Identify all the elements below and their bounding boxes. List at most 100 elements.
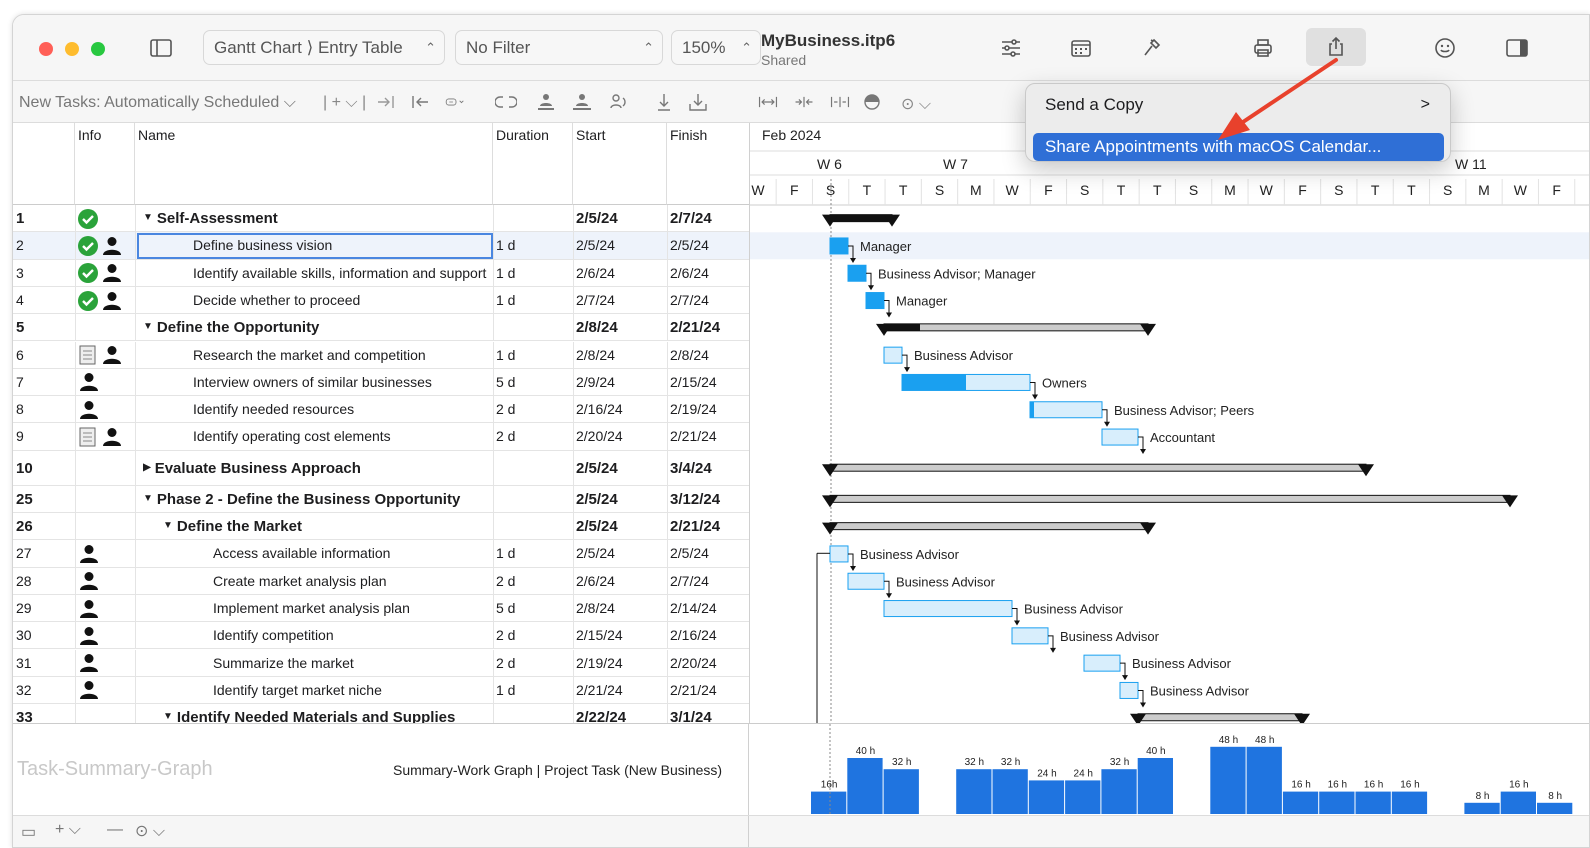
row-duration[interactable]: 1 d: [496, 287, 572, 313]
row-finish[interactable]: 2/21/24: [670, 314, 748, 340]
row-finish[interactable]: 2/6/24: [670, 260, 748, 286]
table-row[interactable]: 3 Identify available skills, information …: [13, 259, 749, 287]
row-name[interactable]: Identify competition: [213, 622, 491, 648]
row-start[interactable]: 2/21/24: [576, 677, 666, 703]
row-finish[interactable]: 2/21/24: [670, 677, 748, 703]
row-duration[interactable]: [496, 486, 572, 512]
row-finish[interactable]: 3/12/24: [670, 486, 748, 512]
row-start[interactable]: 2/15/24: [576, 622, 666, 648]
row-name[interactable]: ▼ Self-Assessment: [143, 205, 491, 231]
link-icon[interactable]: [445, 92, 481, 112]
column-header-duration[interactable]: Duration: [493, 123, 573, 205]
level-resource-icon[interactable]: [607, 92, 629, 112]
disclosure-triangle-icon[interactable]: ▼: [143, 493, 153, 504]
row-start[interactable]: 2/5/24: [576, 540, 666, 566]
disclosure-triangle-icon[interactable]: ▼: [163, 520, 173, 531]
print-icon[interactable]: [1245, 33, 1281, 63]
row-duration[interactable]: [496, 205, 572, 231]
table-row[interactable]: 32 Identify target market niche 1 d 2/21/24…: [13, 676, 749, 705]
row-duration[interactable]: 2 d: [496, 396, 572, 422]
row-finish[interactable]: 2/8/24: [670, 342, 748, 368]
zoom-popup[interactable]: 150% ⌃: [671, 30, 761, 65]
status-options-button[interactable]: ⊙ ⌵: [135, 821, 165, 841]
unlink-icon[interactable]: [494, 92, 518, 112]
gantt-canvas[interactable]: Feb 2024W 6W 7W 11W F S T T S M W F S T T S M W F S T T S M W…: [750, 123, 1590, 723]
row-duration[interactable]: 2 d: [496, 423, 572, 449]
table-row[interactable]: 29 Implement market analysis plan 5 d 2/8/2…: [13, 594, 749, 623]
move-down-icon[interactable]: [653, 92, 675, 112]
row-finish[interactable]: 3/4/24: [670, 451, 748, 485]
row-name[interactable]: Interview owners of similar businesses: [193, 369, 491, 395]
outdent-icon[interactable]: [409, 92, 431, 112]
row-start[interactable]: 2/22/24: [576, 704, 666, 723]
row-duration[interactable]: [496, 314, 572, 340]
disclosure-triangle-icon[interactable]: ▼: [163, 711, 173, 722]
table-row[interactable]: 5 ▼ Define the Opportunity 2/8/24 2/21/24: [13, 314, 749, 342]
row-finish[interactable]: 2/19/24: [670, 396, 748, 422]
sidebar-toggle-icon[interactable]: [143, 33, 179, 63]
assign-resource-icon[interactable]: [535, 92, 557, 112]
row-name[interactable]: Identify available skills, information a…: [193, 260, 491, 286]
smiley-icon[interactable]: [1427, 33, 1463, 63]
row-start[interactable]: 2/8/24: [576, 595, 666, 621]
calendar-icon[interactable]: [1063, 33, 1099, 63]
table-row[interactable]: 31 Summarize the market 2 d 2/19/24 2/20/24: [13, 649, 749, 677]
row-finish[interactable]: 2/21/24: [670, 513, 748, 539]
row-finish[interactable]: 2/5/24: [670, 232, 748, 258]
table-row[interactable]: 7 Interview owners of similar businesses 5…: [13, 368, 749, 397]
table-row[interactable]: 26 ▼ Define the Market 2/5/24 2/21/24: [13, 513, 749, 541]
share-appointments-menu-item[interactable]: Share Appointments with macOS Calendar..…: [1033, 133, 1444, 161]
row-duration[interactable]: 1 d: [496, 540, 572, 566]
column-header-start[interactable]: Start: [573, 123, 667, 205]
inspector-toggle-icon[interactable]: [1499, 33, 1535, 63]
column-header-info[interactable]: Info: [75, 123, 135, 205]
collapse-width-icon[interactable]: [793, 92, 819, 112]
table-row[interactable]: 25 ▼ Phase 2 - Define the Business Opportu…: [13, 485, 749, 513]
table-row[interactable]: 33 ▼ Identify Needed Materials and Supplie…: [13, 704, 749, 723]
table-row[interactable]: 28 Create market analysis plan 2 d 2/6/24 2/…: [13, 567, 749, 595]
table-row[interactable]: 9 Identify operating cost elements 2 d 2/20…: [13, 423, 749, 451]
row-duration[interactable]: [496, 513, 572, 539]
zoom-window-button[interactable]: [91, 42, 105, 56]
resource-icon[interactable]: [571, 92, 593, 112]
row-start[interactable]: 2/6/24: [576, 260, 666, 286]
row-start[interactable]: 2/5/24: [576, 513, 666, 539]
center-today-icon[interactable]: [829, 92, 855, 112]
row-duration[interactable]: [496, 704, 572, 723]
row-duration[interactable]: 2 d: [496, 650, 572, 676]
new-tasks-popup[interactable]: New Tasks: Automatically Scheduled ⌵: [19, 94, 296, 112]
row-duration[interactable]: 1 d: [496, 342, 572, 368]
row-name[interactable]: Decide whether to proceed: [193, 287, 491, 313]
add-view-button[interactable]: + ⌵: [55, 821, 81, 839]
row-finish[interactable]: 2/16/24: [670, 622, 748, 648]
row-name[interactable]: ▼ Define the Opportunity: [143, 314, 491, 340]
table-row[interactable]: 27 Access available information 1 d 2/5/24 2…: [13, 540, 749, 568]
row-start[interactable]: 2/8/24: [576, 342, 666, 368]
row-name[interactable]: Summarize the market: [213, 650, 491, 676]
row-start[interactable]: 2/5/24: [576, 232, 666, 258]
column-header-finish[interactable]: Finish: [667, 123, 749, 205]
row-name[interactable]: Implement market analysis plan: [213, 595, 491, 621]
row-start[interactable]: 2/9/24: [576, 369, 666, 395]
table-row[interactable]: 2 Define business vision 1 d 2/5/24 2/5/24: [13, 232, 749, 260]
remove-view-button[interactable]: —: [107, 821, 123, 839]
add-task-button[interactable]: | + ⌵ |: [323, 94, 366, 112]
table-row[interactable]: 4 Decide whether to proceed 1 d 2/7/24 2/7/2…: [13, 286, 749, 315]
indent-icon[interactable]: [375, 92, 397, 112]
row-finish[interactable]: 2/20/24: [670, 650, 748, 676]
table-row[interactable]: 10 ▶ Evaluate Business Approach 2/5/24 3/4/2…: [13, 450, 749, 486]
row-start[interactable]: 2/5/24: [576, 451, 666, 485]
row-name[interactable]: Access available information: [213, 540, 491, 566]
row-name[interactable]: Identify needed resources: [193, 396, 491, 422]
row-finish[interactable]: 2/7/24: [670, 205, 748, 231]
row-duration[interactable]: 1 d: [496, 677, 572, 703]
row-finish[interactable]: 3/1/24: [670, 704, 748, 723]
table-row[interactable]: 30 Identify competition 2 d 2/15/24 2/16/24: [13, 622, 749, 650]
row-finish[interactable]: 2/21/24: [670, 423, 748, 449]
row-start[interactable]: 2/5/24: [576, 486, 666, 512]
panel-toggle-icon[interactable]: ▭: [21, 822, 36, 842]
table-row[interactable]: 8 Identify needed resources 2 d 2/16/24 2/19…: [13, 396, 749, 424]
table-row[interactable]: 6 Research the market and competition 1 d2…: [13, 341, 749, 369]
row-start[interactable]: 2/7/24: [576, 287, 666, 313]
share-icon[interactable]: [1306, 28, 1366, 66]
